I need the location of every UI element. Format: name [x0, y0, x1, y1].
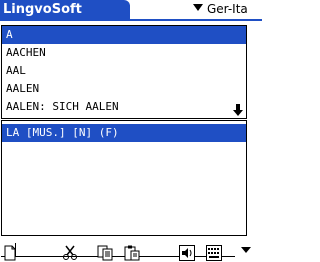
paste-icon[interactable] — [124, 245, 140, 261]
new-document-icon[interactable] — [2, 245, 18, 261]
speaker-icon[interactable] — [179, 245, 195, 261]
list-item-label: AALEN: SICH AALEN — [6, 100, 119, 113]
arrow-down-icon[interactable] — [233, 104, 243, 118]
list-item-label: AACHEN — [6, 46, 46, 59]
list-item[interactable]: A — [2, 26, 246, 44]
list-item[interactable]: AALEN — [2, 80, 246, 98]
copy-icon[interactable] — [97, 245, 113, 261]
keyboard-icon[interactable] — [206, 245, 222, 261]
list-item-label: AALEN — [6, 82, 40, 95]
translation-pane[interactable]: LA [MUS.] [N] (F) — [1, 120, 247, 236]
word-list[interactable]: A AACHEN AAL AALEN AALEN: SICH AALEN — [1, 25, 247, 119]
app-title[interactable]: LingvoSoft — [0, 0, 130, 20]
language-pair-select[interactable]: Ger-Ita — [193, 1, 248, 18]
language-pair-label: Ger-Ita — [207, 2, 248, 16]
triangle-down-icon — [193, 4, 203, 11]
list-item[interactable]: AACHEN — [2, 44, 246, 62]
list-item-label: A — [6, 28, 13, 41]
translation-entry[interactable]: LA [MUS.] [N] (F) — [2, 124, 246, 142]
toolbar — [0, 245, 262, 262]
title-rule — [0, 19, 262, 21]
list-item[interactable]: AAL — [2, 62, 246, 80]
list-item[interactable]: AALEN: SICH AALEN — [2, 98, 246, 116]
cut-icon[interactable] — [62, 245, 78, 261]
title-bar: LingvoSoft Ger-Ita — [0, 0, 262, 21]
list-item-label: AAL — [6, 64, 26, 77]
